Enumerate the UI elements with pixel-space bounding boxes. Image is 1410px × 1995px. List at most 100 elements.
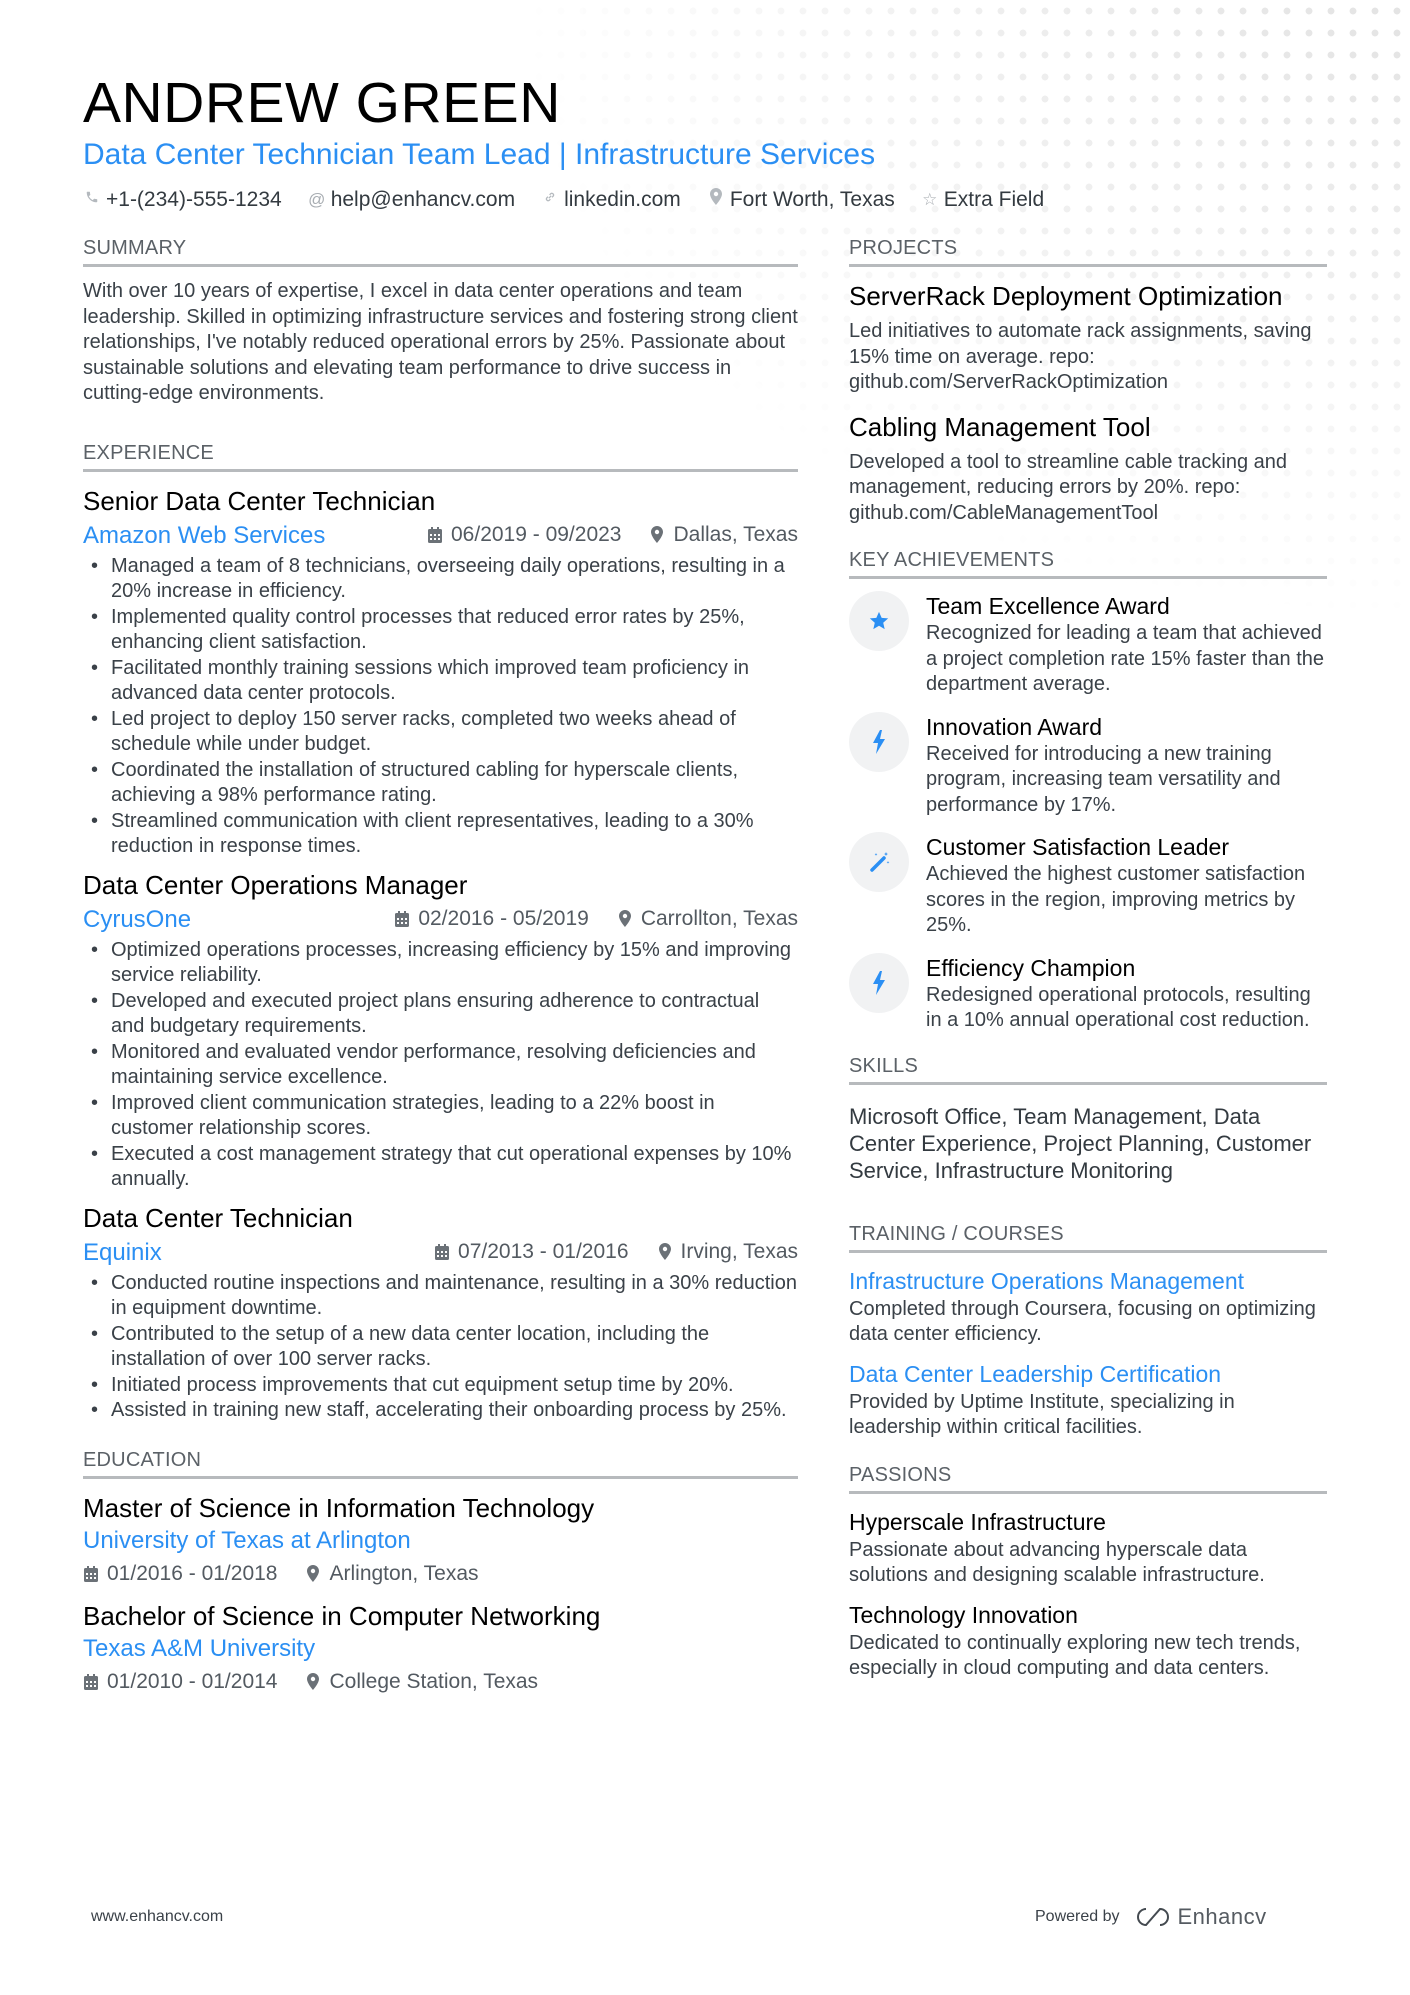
candidate-title: Data Center Technician Team Lead | Infra… <box>83 138 876 171</box>
contact-extra-text: Extra Field <box>943 188 1045 211</box>
footer-website[interactable]: www.enhancv.com <box>91 1908 223 1926</box>
location-text: Carrollton, Texas <box>640 906 798 930</box>
achievement-description: Recognized for leading a team that achie… <box>926 622 1325 695</box>
summary-heading: SUMMARY <box>83 236 798 267</box>
course-description: Provided by Uptime Institute, specializi… <box>849 1390 1235 1439</box>
achievement-entry: Innovation Award Received for introducing… <box>849 711 1327 819</box>
passion-entry: Hyperscale Infrastructure Passionate abou… <box>849 1506 1327 1589</box>
contact-phone-text: +1-(234)-555-1234 <box>106 188 282 211</box>
location-pin-icon <box>305 1565 321 1582</box>
company-name[interactable]: Equinix <box>83 1237 162 1269</box>
location-text: Dallas, Texas <box>673 522 798 546</box>
location: Irving, Texas <box>657 1237 799 1267</box>
resume-page: ANDREW GREEN Data Center Technician Team… <box>0 0 1410 1995</box>
job-company-row: CyrusOne 02/2016 - 05/2019 Carrollton, Tex… <box>83 904 798 936</box>
course-title[interactable]: Infrastructure Operations Management <box>849 1265 1327 1297</box>
skills-heading: SKILLS <box>849 1054 1327 1085</box>
contact-location-text: Fort Worth, Texas <box>729 188 895 211</box>
contact-email-text: help@enhancv.com <box>330 188 516 211</box>
education-list: Master of Science in Information Technol… <box>83 1491 798 1697</box>
location-text: Irving, Texas <box>680 1239 799 1263</box>
achievement-entry: Efficiency Champion Redesigned operationa… <box>849 952 1327 1034</box>
achievement-text: Customer Satisfaction Leader Achieved the… <box>926 832 1327 939</box>
star-outline-icon: ☆ <box>922 190 938 209</box>
lightning-icon <box>849 952 909 1013</box>
date-location: 01/2016 - 01/2018 Arlington, Texas <box>83 1559 798 1589</box>
passion-list: Hyperscale Infrastructure Passionate abou… <box>849 1506 1327 1682</box>
right-column: PROJECTS ServerRack Deployment Optimizat… <box>849 236 1327 1692</box>
school-name[interactable]: Texas A&M University <box>83 1633 798 1665</box>
lightning-icon <box>849 711 909 772</box>
left-column: SUMMARY With over 10 years of expertise,… <box>83 236 798 1707</box>
enhancv-brand[interactable]: Enhancv <box>1134 1904 1267 1930</box>
project-title: ServerRack Deployment Optimization <box>849 281 1283 311</box>
bullet-item: Monitored and evaluated vendor performan… <box>83 1040 798 1091</box>
project-description: Developed a tool to streamline cable tra… <box>849 450 1288 524</box>
resume-header: ANDREW GREEN Data Center Technician Team… <box>83 70 1333 214</box>
experience-section: EXPERIENCE Senior Data Center Technician… <box>83 441 798 1424</box>
bullet-item: Initiated process improvements that cut … <box>83 1373 798 1399</box>
achievement-title: Customer Satisfaction Leader <box>926 834 1229 860</box>
education-heading: EDUCATION <box>83 1448 798 1479</box>
location-pin-icon <box>305 1673 321 1690</box>
summary-section: SUMMARY With over 10 years of expertise,… <box>83 236 798 407</box>
job-bullets: Optimized operations processes, increasi… <box>83 938 798 1193</box>
job-entry: Senior Data Center Technician Amazon Web … <box>83 484 798 860</box>
date-text: 02/2016 - 05/2019 <box>418 906 589 930</box>
powered-by-label: Powered by <box>1035 1908 1120 1925</box>
training-section: TRAINING / COURSES Infrastructure Operat… <box>849 1222 1327 1441</box>
job-title: Senior Data Center Technician <box>83 485 436 516</box>
project-entry: Cabling Management Tool Developed a tool … <box>849 410 1327 527</box>
company-name[interactable]: CyrusOne <box>83 904 191 936</box>
bullet-item: Implemented quality control processes th… <box>83 605 798 656</box>
job-entry: Data Center Operations Manager CyrusOne 02… <box>83 868 798 1193</box>
projects-heading: PROJECTS <box>849 236 1327 267</box>
date-range: 01/2010 - 01/2014 <box>83 1667 277 1697</box>
education-section: EDUCATION Master of Science in Informati… <box>83 1448 798 1697</box>
passions-section: PASSIONS Hyperscale Infrastructure Passio… <box>849 1463 1327 1682</box>
achievement-description: Achieved the highest customer satisfacti… <box>926 863 1306 936</box>
date-range: 01/2016 - 01/2018 <box>83 1559 277 1589</box>
date-location: 02/2016 - 05/2019 Carrollton, Texas <box>394 904 798 934</box>
passion-description: Passionate about advancing hyperscale da… <box>849 1538 1265 1587</box>
achievement-list: Team Excellence Award Recognized for lead… <box>849 591 1327 1034</box>
education-entry: Bachelor of Science in Computer Networki… <box>83 1599 798 1697</box>
course-description: Completed through Coursera, focusing on … <box>849 1297 1316 1346</box>
job-list: Senior Data Center Technician Amazon Web … <box>83 484 798 1424</box>
date-range: 06/2019 - 09/2023 <box>427 520 621 550</box>
bullet-item: Managed a team of 8 technicians, oversee… <box>83 554 798 605</box>
location-pin-icon <box>657 1243 673 1260</box>
calendar-icon <box>83 1673 99 1690</box>
contact-location: Fort Worth, Texas <box>707 186 895 214</box>
achievement-text: Innovation Award Received for introducing… <box>926 712 1327 819</box>
contact-email[interactable]: @ help@enhancv.com <box>308 186 515 214</box>
contact-phone[interactable]: +1-(234)-555-1234 <box>83 186 282 214</box>
job-bullets: Managed a team of 8 technicians, oversee… <box>83 554 798 860</box>
course-title[interactable]: Data Center Leadership Certification <box>849 1358 1327 1390</box>
education-entry: Master of Science in Information Technol… <box>83 1491 798 1589</box>
company-name[interactable]: Amazon Web Services <box>83 520 325 552</box>
location-text: Arlington, Texas <box>329 1561 479 1585</box>
candidate-name: ANDREW GREEN <box>83 71 561 135</box>
achievement-title: Team Excellence Award <box>926 593 1170 619</box>
achievements-section: KEY ACHIEVEMENTS Team Excellence Award Re… <box>849 548 1327 1034</box>
passions-heading: PASSIONS <box>849 1463 1327 1494</box>
date-text: 01/2016 - 01/2018 <box>107 1561 278 1585</box>
training-list: Infrastructure Operations Management Comp… <box>849 1265 1327 1441</box>
school-name[interactable]: University of Texas at Arlington <box>83 1525 798 1557</box>
bullet-item: Optimized operations processes, increasi… <box>83 938 798 989</box>
star-icon <box>849 591 909 651</box>
course-entry: Infrastructure Operations Management Comp… <box>849 1265 1327 1348</box>
contact-linkedin-text: linkedin.com <box>564 188 681 211</box>
date-range: 07/2013 - 01/2016 <box>434 1237 629 1267</box>
date-range: 02/2016 - 05/2019 <box>394 904 589 934</box>
achievement-description: Redesigned operational protocols, result… <box>926 983 1311 1032</box>
location-pin-icon <box>649 526 665 543</box>
job-entry: Data Center Technician Equinix 07/2013 - 0… <box>83 1201 798 1424</box>
date-location: 01/2010 - 01/2014 College Station, Texas <box>83 1667 798 1697</box>
training-heading: TRAINING / COURSES <box>849 1222 1327 1253</box>
contact-linkedin[interactable]: linkedin.com <box>541 186 681 214</box>
passion-entry: Technology Innovation Dedicated to contin… <box>849 1599 1327 1682</box>
projects-section: PROJECTS ServerRack Deployment Optimizat… <box>849 236 1327 526</box>
project-title: Cabling Management Tool <box>849 411 1151 442</box>
